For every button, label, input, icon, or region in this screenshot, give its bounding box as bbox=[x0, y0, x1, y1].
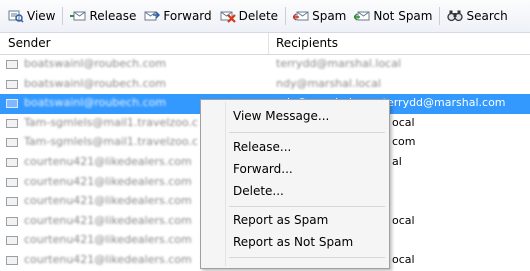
menu-item-report-not-spam[interactable]: Report as Not Spam bbox=[233, 235, 353, 249]
menu-item-delete[interactable]: Delete... bbox=[233, 184, 284, 198]
menu-separator bbox=[229, 206, 385, 207]
release-button[interactable]: Release bbox=[66, 5, 140, 27]
envelope-icon bbox=[6, 177, 18, 187]
envelope-icon bbox=[6, 60, 18, 69]
envelope-icon bbox=[6, 138, 18, 148]
release-icon bbox=[70, 9, 86, 23]
envelope-icon bbox=[6, 216, 18, 226]
spam-label: Spam bbox=[312, 9, 347, 23]
search-button[interactable]: Search bbox=[443, 5, 511, 27]
view-label: View bbox=[27, 9, 56, 23]
envelope-icon bbox=[6, 197, 18, 207]
not-spam-button[interactable]: Not Spam bbox=[350, 5, 436, 27]
recipients-cell: ocal bbox=[392, 213, 415, 227]
forward-icon bbox=[144, 9, 161, 23]
recipients-cell: terrydd@marshal.local bbox=[276, 57, 402, 70]
menu-separator bbox=[229, 257, 385, 258]
toolbar-separator bbox=[285, 7, 287, 25]
column-divider[interactable] bbox=[268, 33, 269, 54]
spam-button[interactable]: Spam bbox=[289, 5, 350, 27]
view-icon bbox=[8, 9, 24, 23]
forward-label: Forward bbox=[163, 9, 212, 23]
toolbar-separator bbox=[439, 7, 441, 25]
column-headers: Sender Recipients bbox=[0, 33, 530, 55]
delete-icon bbox=[220, 9, 236, 23]
recipients-cell: ndy@marshal.local bbox=[276, 76, 382, 90]
sender-cell: courtenu421@likedealers.com bbox=[24, 213, 192, 227]
recipients-cell: com bbox=[392, 135, 416, 149]
forward-button[interactable]: Forward bbox=[140, 5, 215, 27]
menu-item-view-message[interactable]: View Message... bbox=[233, 109, 329, 123]
sender-cell: courtenu421@likedealers.com bbox=[24, 194, 192, 208]
view-button[interactable]: View bbox=[4, 5, 59, 27]
sender-cell: boatswainl@roubech.com bbox=[24, 57, 167, 70]
table-row[interactable]: boatswainl@roubech.com terrydd@marshal.l… bbox=[0, 55, 530, 75]
sender-cell: courtenu421@likedealers.com bbox=[24, 174, 192, 188]
delete-button[interactable]: Delete bbox=[216, 5, 282, 27]
sender-cell: boatswainl@roubech.com bbox=[24, 96, 167, 110]
delete-label: Delete bbox=[238, 9, 279, 23]
table-row[interactable]: boatswainl@roubech.com ndy@marshal.local bbox=[0, 75, 530, 95]
envelope-icon bbox=[6, 79, 18, 89]
sender-cell: Tam-sgmlels@mail1.travelzoo.c bbox=[24, 115, 198, 129]
not-spam-label: Not Spam bbox=[373, 9, 433, 23]
menu-separator bbox=[229, 132, 385, 133]
envelope-icon bbox=[6, 118, 18, 128]
release-label: Release bbox=[89, 9, 137, 23]
menu-item-release[interactable]: Release... bbox=[233, 140, 291, 154]
sender-cell: courtenu421@likedealers.com bbox=[24, 154, 192, 168]
sender-cell: courtenu421@likedealers.com bbox=[24, 233, 192, 247]
menu-gutter bbox=[225, 102, 226, 266]
toolbar-separator bbox=[62, 7, 64, 25]
envelope-icon bbox=[6, 157, 18, 167]
spam-icon bbox=[293, 9, 309, 23]
search-icon bbox=[447, 9, 464, 23]
sender-cell: Tam-sgmlels@mail1.travelzoo.c bbox=[24, 135, 198, 149]
recipients-column-header[interactable]: Recipients bbox=[276, 36, 338, 50]
recipients-cell: al bbox=[392, 154, 402, 168]
envelope-icon bbox=[6, 236, 18, 246]
search-label: Search bbox=[466, 9, 508, 23]
menu-item-forward[interactable]: Forward... bbox=[233, 162, 293, 176]
recipients-cell: ocal bbox=[392, 115, 415, 129]
sender-cell: boatswainl@roubech.com bbox=[24, 76, 167, 90]
not-spam-icon bbox=[354, 9, 370, 23]
sender-column-header[interactable]: Sender bbox=[8, 36, 51, 50]
envelope-icon bbox=[6, 99, 18, 109]
toolbar: View Release Forward Delete Spam Not Spa… bbox=[0, 0, 530, 33]
context-menu: View Message... Release... Forward... De… bbox=[200, 99, 390, 269]
menu-item-report-spam[interactable]: Report as Spam bbox=[233, 213, 328, 227]
